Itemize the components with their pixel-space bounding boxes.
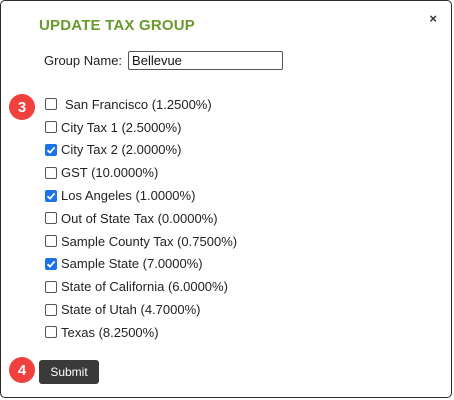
tax-label: San Francisco (1.2500%) <box>65 96 212 112</box>
tax-option[interactable]: Out of State Tax (0.0000%) <box>45 207 237 230</box>
tax-checkbox[interactable] <box>45 212 57 225</box>
tax-label: GST (10.0000%) <box>61 165 159 181</box>
tax-label: Sample County Tax (0.7500%) <box>61 233 238 249</box>
step-3-badge: 3 <box>9 94 35 120</box>
tax-checkbox[interactable] <box>45 326 57 339</box>
tax-checkbox[interactable] <box>45 166 57 179</box>
tax-label: Texas (8.2500%) <box>61 324 159 340</box>
tax-checkbox[interactable] <box>45 257 57 270</box>
tax-label: Sample State (7.0000%) <box>61 256 203 272</box>
tax-option[interactable]: Texas (8.2500%) <box>45 321 237 344</box>
tax-checkbox-list: San Francisco (1.2500%) City Tax 1 (2.50… <box>45 93 237 344</box>
tax-label: City Tax 1 (2.5000%) <box>61 119 182 135</box>
tax-label: City Tax 2 (2.0000%) <box>61 142 182 158</box>
tax-checkbox[interactable] <box>45 280 57 293</box>
tax-option[interactable]: Los Angeles (1.0000%) <box>45 184 237 207</box>
update-tax-group-dialog: UPDATE TAX GROUP × Group Name: San Franc… <box>0 0 452 398</box>
tax-checkbox[interactable] <box>45 121 57 134</box>
tax-label: State of California (6.0000%) <box>61 279 228 295</box>
tax-option[interactable]: Sample State (7.0000%) <box>45 253 237 276</box>
tax-option[interactable]: GST (10.0000%) <box>45 161 237 184</box>
tax-checkbox[interactable] <box>45 303 57 316</box>
tax-option[interactable]: City Tax 2 (2.0000%) <box>45 139 237 162</box>
tax-option[interactable]: Sample County Tax (0.7500%) <box>45 230 237 253</box>
tax-checkbox[interactable] <box>45 143 57 156</box>
tax-option[interactable]: San Francisco (1.2500%) <box>45 93 237 116</box>
tax-label: State of Utah (4.7000%) <box>61 302 201 318</box>
step-4-badge: 4 <box>9 357 35 383</box>
tax-label: Los Angeles (1.0000%) <box>61 188 196 204</box>
group-name-input[interactable] <box>128 51 284 70</box>
tax-label: Out of State Tax (0.0000%) <box>61 210 218 226</box>
tax-checkbox[interactable] <box>45 189 57 202</box>
submit-button[interactable]: Submit <box>39 360 99 384</box>
dialog-title: UPDATE TAX GROUP <box>39 17 195 34</box>
close-icon[interactable]: × <box>429 11 437 27</box>
group-name-label: Group Name: <box>44 53 123 68</box>
tax-option[interactable]: State of Utah (4.7000%) <box>45 298 237 321</box>
tax-option[interactable]: City Tax 1 (2.5000%) <box>45 116 237 139</box>
tax-option[interactable]: State of California (6.0000%) <box>45 275 237 298</box>
tax-checkbox[interactable] <box>45 98 57 111</box>
group-name-row: Group Name: <box>44 51 284 70</box>
tax-checkbox[interactable] <box>45 235 57 248</box>
